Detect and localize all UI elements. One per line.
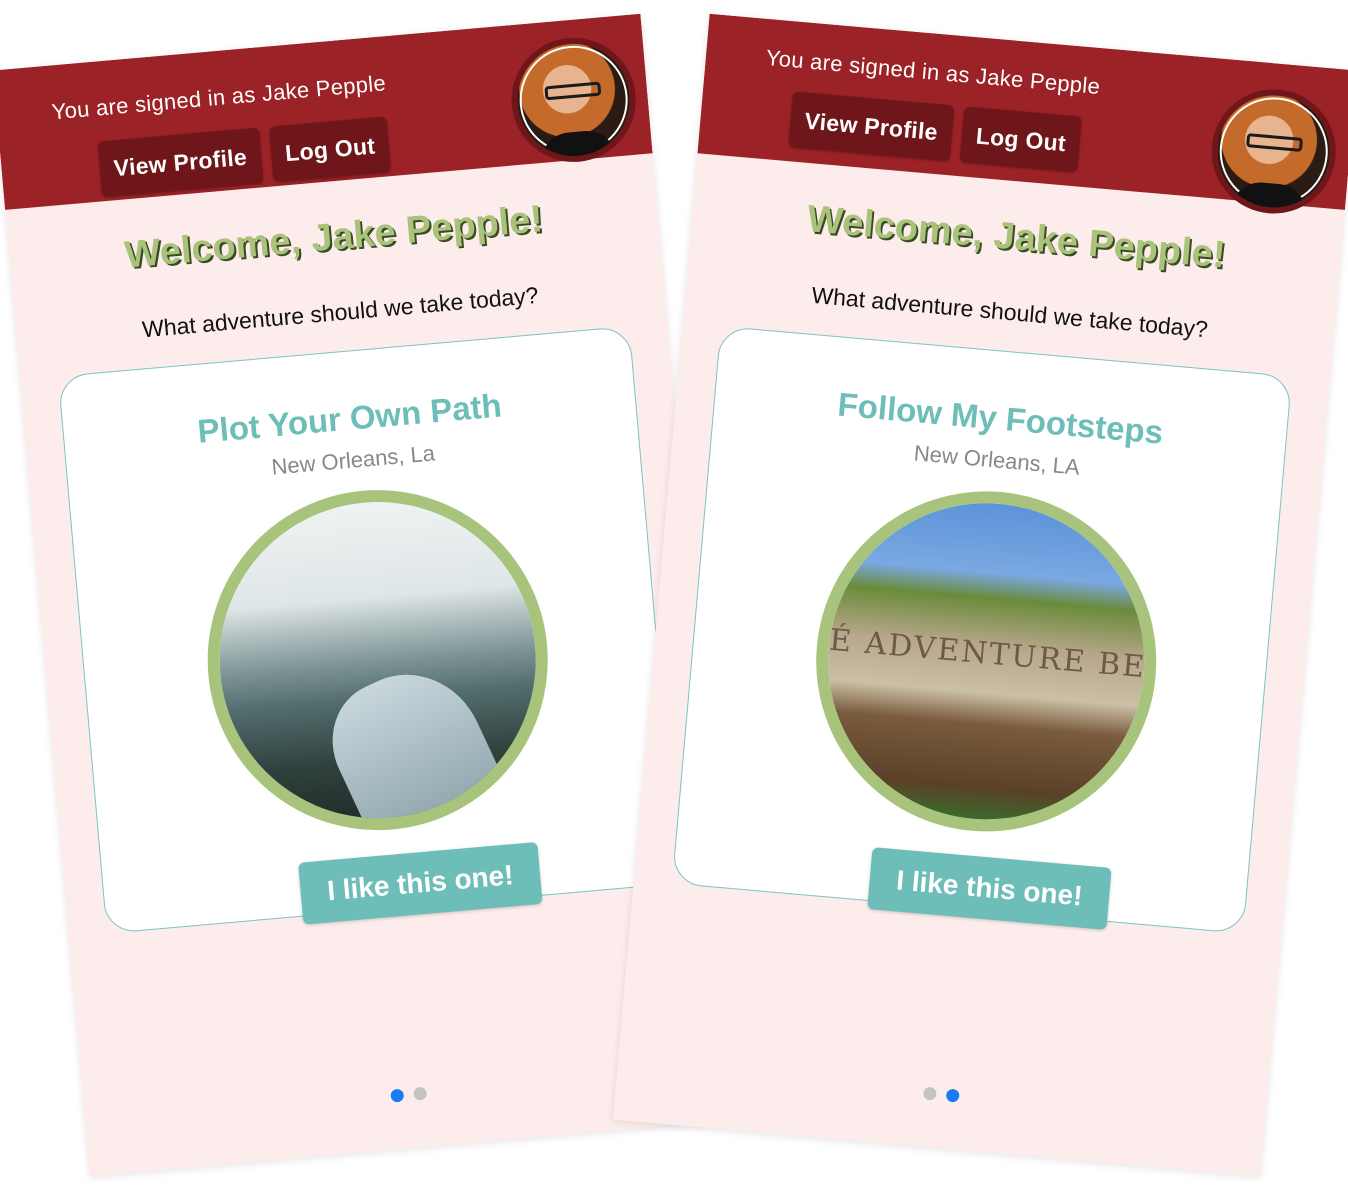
mountain-lake-photo [193, 475, 562, 845]
welcome-heading: Welcome, Jake Pepple! [122, 198, 545, 277]
lake-water [311, 650, 511, 845]
header-bar: You are signed in as Jake Pepple View Pr… [697, 13, 1348, 219]
like-button[interactable]: I like this one! [867, 847, 1112, 930]
log-out-button[interactable]: Log Out [268, 116, 392, 183]
archway-inscription: É ADVENTURE BEGIN [827, 622, 1171, 691]
view-profile-button[interactable]: View Profile [788, 91, 955, 162]
signed-in-text: You are signed in as Jake Pepple [50, 70, 387, 125]
view-profile-button[interactable]: View Profile [97, 127, 264, 198]
page-indicator [617, 1060, 1266, 1135]
adventure-card[interactable]: Follow My Footsteps New Orleans, LA É AD… [671, 325, 1293, 934]
page-dot-1[interactable] [390, 1088, 405, 1103]
avatar[interactable] [506, 32, 641, 168]
page-dot-1[interactable] [922, 1086, 937, 1101]
ruin-archway-photo: É ADVENTURE BEGIN [802, 477, 1171, 846]
like-button[interactable]: I like this one! [298, 841, 543, 925]
page-dot-2[interactable] [413, 1086, 428, 1101]
avatar[interactable] [1206, 84, 1341, 219]
adventure-card[interactable]: Plot Your Own Path New Orleans, La I lik… [57, 325, 679, 934]
header-bar: You are signed in as Jake Pepple View Pr… [0, 13, 653, 210]
app-screen-2: You are signed in as Jake Pepple View Pr… [612, 13, 1348, 1177]
page-dot-2[interactable] [945, 1088, 960, 1103]
signed-in-text: You are signed in as Jake Pepple [764, 44, 1102, 100]
log-out-button[interactable]: Log Out [959, 106, 1083, 173]
